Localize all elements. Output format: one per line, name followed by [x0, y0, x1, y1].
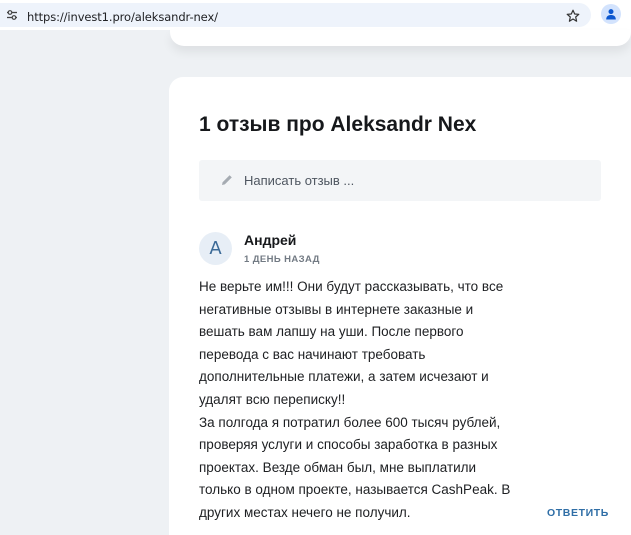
- review-text-line: дополнительные платежи, а затем исчезают…: [199, 369, 489, 385]
- review-author: Андрей: [244, 232, 297, 248]
- review-text-line: вешать вам лапшу на уши. После первого: [199, 324, 464, 340]
- review-text-line: Не верьте им!!! Они будут рассказывать, …: [199, 279, 504, 294]
- review-date: 1 ДЕНЬ НАЗАД: [244, 254, 320, 265]
- write-review-placeholder[interactable]: Написать отзыв ...: [244, 173, 354, 188]
- reviews-card: 1 отзыв про Aleksandr Nex Написать отзыв…: [169, 77, 631, 535]
- url-field[interactable]: https://invest1.pro/aleksandr-nex/: [0, 3, 591, 27]
- review-text-line: проектах. Везде обман был, мне выплатили: [199, 459, 477, 475]
- star-icon[interactable]: [566, 9, 580, 23]
- review-text-line: За полгода я потратил более 600 тысяч ру…: [199, 414, 501, 430]
- reply-button[interactable]: ОТВЕТИТЬ: [547, 507, 609, 519]
- pencil-icon: [222, 175, 232, 185]
- review-text-line: удалят всю переписку!!: [199, 391, 346, 407]
- tune-icon[interactable]: [6, 9, 18, 21]
- browser-address-bar: https://invest1.pro/aleksandr-nex/: [0, 0, 631, 30]
- review-text-line: проверяя услуги и способы заработка в ра…: [199, 437, 498, 453]
- url-text[interactable]: https://invest1.pro/aleksandr-nex/: [27, 10, 218, 24]
- page-title: 1 отзыв про Aleksandr Nex: [199, 113, 477, 136]
- profile-icon[interactable]: [601, 4, 621, 24]
- review-text-line: других местах нечего не получил.: [199, 504, 411, 520]
- review-text-line: только в одном проекте, называется CashP…: [199, 482, 511, 498]
- write-review-input[interactable]: Написать отзыв ...: [199, 160, 601, 201]
- person-icon: [606, 9, 616, 20]
- review-text-line: негативные отзывы в интернете заказные и: [199, 301, 474, 317]
- previous-card-bottom: [170, 30, 631, 46]
- avatar: А: [199, 232, 232, 265]
- review-text-line: перевода с вас начинают требовать: [199, 346, 426, 362]
- review-text: Не верьте им!!! Они будут рассказывать, …: [199, 276, 519, 525]
